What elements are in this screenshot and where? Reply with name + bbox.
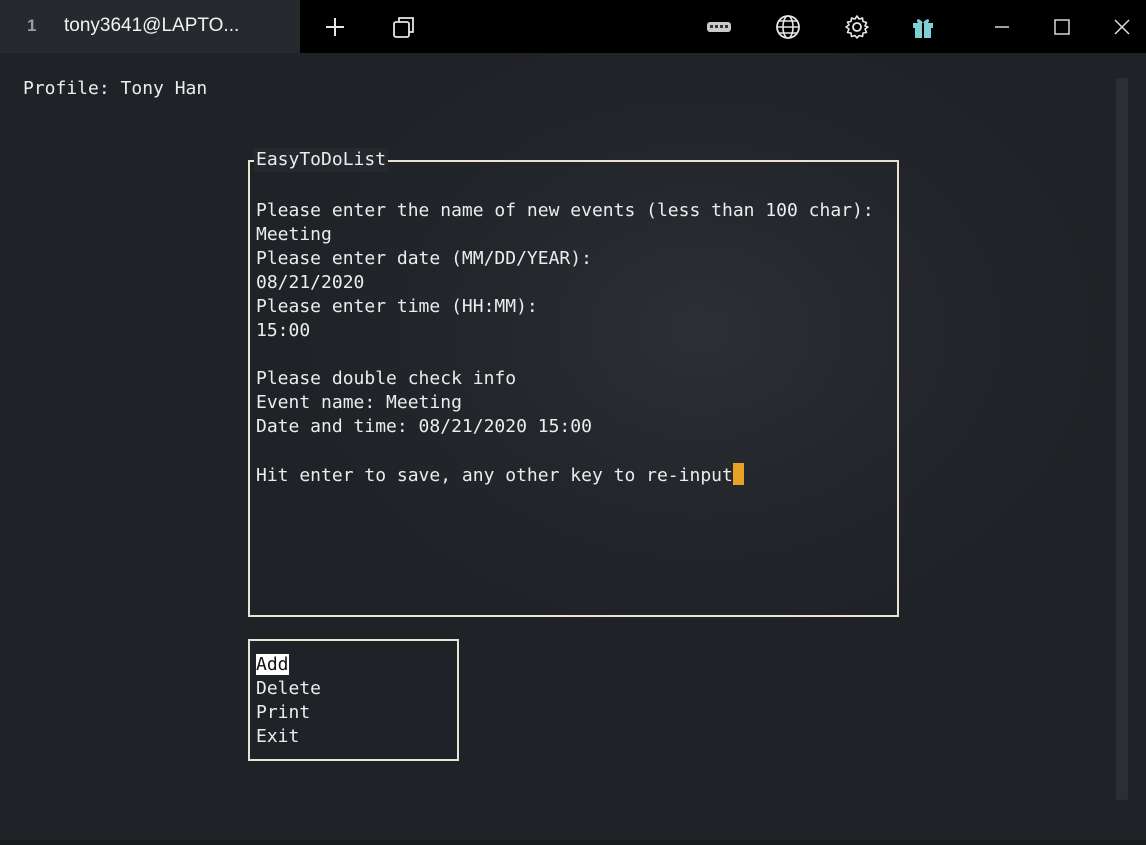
prompt-time: Please enter time (HH:MM): [256, 296, 538, 317]
minimize-icon [995, 26, 1009, 28]
globe-icon [776, 15, 800, 39]
gift-button[interactable] [906, 10, 940, 44]
maximize-icon [1054, 19, 1070, 35]
duplicate-tab-icon [393, 17, 414, 38]
keyboard-button[interactable] [702, 10, 736, 44]
confirm-event-name: Event name: Meeting [256, 392, 462, 413]
todo-window-title: EasyToDoList [254, 148, 389, 172]
menu-item-label: Add [256, 654, 289, 675]
gift-icon [913, 19, 933, 38]
new-tab-button[interactable] [318, 10, 352, 44]
menu-item-add[interactable]: Add [256, 653, 289, 677]
globe-button[interactable] [771, 10, 805, 44]
tab-title: tony3641@LAPTO... [64, 15, 240, 36]
save-prompt: Hit enter to save, any other key to re-i… [256, 465, 733, 486]
tab-index: 1 [27, 16, 37, 35]
menu-item-print[interactable]: Print [256, 701, 310, 725]
plus-icon [326, 18, 344, 36]
profile-line: Profile: Tony Han [23, 78, 208, 99]
minimize-button[interactable] [985, 10, 1019, 44]
menu-item-label: Exit [256, 726, 300, 747]
terminal-area[interactable]: Profile: Tony Han EasyToDoList Please en… [0, 53, 1146, 845]
terminal-tab[interactable]: 1 tony3641@LAPTO... [0, 0, 300, 53]
double-check-heading: Please double check info [256, 368, 517, 389]
menu-window: Add Delete Print Exit [248, 639, 459, 761]
close-icon [1114, 19, 1130, 35]
todo-window: EasyToDoList Please enter the name of ne… [248, 148, 899, 617]
save-prompt-line: Hit enter to save, any other key to re-i… [256, 463, 744, 488]
date-value: 08/21/2020 [256, 272, 365, 293]
text-cursor[interactable] [732, 463, 744, 485]
menu-item-delete[interactable]: Delete [256, 677, 321, 701]
gear-icon [845, 15, 869, 39]
bottom-edge [0, 840, 1146, 845]
prompt-date: Please enter date (MM/DD/YEAR): [256, 248, 592, 269]
keyboard-icon [707, 22, 731, 32]
settings-button[interactable] [840, 10, 874, 44]
vertical-scrollbar[interactable] [1116, 78, 1128, 800]
menu-item-exit[interactable]: Exit [256, 725, 299, 749]
confirm-date-time: Date and time: 08/21/2020 15:00 [256, 416, 592, 437]
menu-item-label: Delete [256, 678, 322, 699]
maximize-button[interactable] [1045, 10, 1079, 44]
prompt-event-name: Please enter the name of new events (les… [256, 200, 874, 221]
title-bar: 1 tony3641@LAPTO... [0, 0, 1146, 53]
close-button[interactable] [1105, 10, 1139, 44]
time-value: 15:00 [256, 320, 311, 341]
menu-item-label: Print [256, 702, 311, 723]
duplicate-tab-button[interactable] [387, 10, 421, 44]
event-name-value: Meeting [256, 224, 332, 245]
